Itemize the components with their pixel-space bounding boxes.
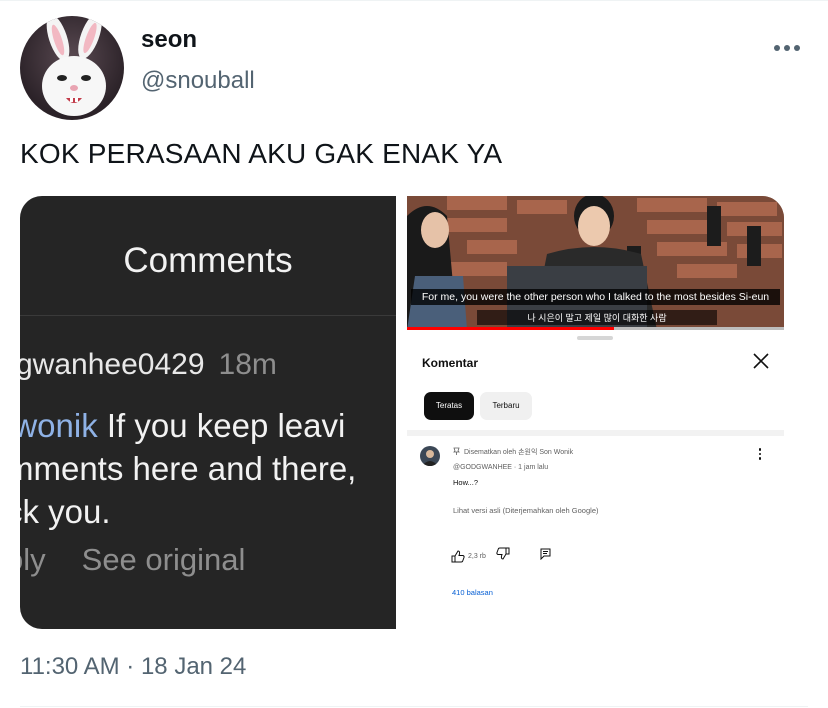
tweet-timestamp[interactable]: 11:30 AM · 18 Jan 24 <box>20 653 246 681</box>
bunny-avatar-image <box>42 16 106 116</box>
comment-action-bar: 2,3 rb <box>451 547 551 565</box>
pinned-label: Disematkan oleh 손원익 Son Wonik <box>453 447 573 457</box>
comment-time: 18m <box>218 348 277 381</box>
tweet-text: KOK PERASAAN AKU GAK ENAK YA <box>20 138 503 169</box>
more-dot <box>784 45 790 51</box>
video-korean-subtitle: 나 시은이 말고 제일 많이 대화한 사람 <box>477 310 717 325</box>
more-dot <box>774 45 780 51</box>
comment-username: gwanhee0429 <box>20 348 205 381</box>
see-original-link: See original <box>81 542 246 577</box>
close-icon[interactable] <box>750 350 772 372</box>
thumbs-down-icon <box>496 547 510 560</box>
sheet-divider <box>407 430 784 436</box>
menu-dot <box>758 448 762 451</box>
reply-link: oly <box>20 542 46 577</box>
video-caption: For me, you were the other person who I … <box>411 289 780 305</box>
comment-actions: oly See original <box>20 542 245 578</box>
replies-link[interactable]: 410 balasan <box>452 588 493 597</box>
comment-line-1: If you keep leavi <box>97 407 346 444</box>
bottom-divider <box>20 706 808 707</box>
top-divider <box>0 0 828 1</box>
sheet-title: Komentar <box>422 356 479 370</box>
media-image-right[interactable]: For me, you were the other person who I … <box>407 196 784 629</box>
commenter-avatar[interactable] <box>420 446 440 466</box>
reply-button[interactable] <box>540 547 551 565</box>
chip-newest-comments[interactable]: Terbaru <box>480 392 532 420</box>
thumbs-up-icon <box>451 549 465 562</box>
like-count: 2,3 rb <box>468 552 486 560</box>
reply-comment-icon <box>540 548 551 561</box>
comments-sheet: Komentar Teratas Terbaru Disematkan oleh… <box>407 330 784 629</box>
video-frame: For me, you were the other person who I … <box>407 196 784 330</box>
pinned-by-text: Disematkan oleh 손원익 Son Wonik <box>464 449 574 456</box>
tweet-media[interactable]: Comments gwanhee0429 18m iwonik If you ke… <box>20 196 784 629</box>
comment-user-line: gwanhee0429 18m <box>20 348 277 382</box>
user-handle[interactable]: @snouball <box>141 67 255 95</box>
display-name[interactable]: seon <box>141 26 197 54</box>
comment-body: iwonik If you keep leavi mments here and… <box>20 404 356 533</box>
comment-line-3: ck you. <box>20 493 111 530</box>
profile-avatar[interactable] <box>20 16 124 120</box>
more-dot <box>794 45 800 51</box>
comments-divider <box>20 315 396 316</box>
comment-menu-icon[interactable] <box>755 448 765 462</box>
pin-icon <box>453 447 460 455</box>
chip-top-comments[interactable]: Teratas <box>424 392 474 420</box>
menu-dot <box>758 457 762 460</box>
sheet-grab-handle[interactable] <box>577 336 613 340</box>
comment-author[interactable]: @GODGWANHEE · 1 jam lalu <box>453 464 548 471</box>
like-button[interactable]: 2,3 rb <box>451 549 486 563</box>
comment-line-2: mments here and there, <box>20 450 357 487</box>
dislike-button[interactable] <box>496 547 510 565</box>
media-image-left[interactable]: Comments gwanhee0429 18m iwonik If you ke… <box>20 196 396 629</box>
translate-link[interactable]: Lihat versi asli (Diterjemahkan oleh Goo… <box>453 506 599 515</box>
more-horizontal-icon[interactable] <box>770 36 804 60</box>
comments-title: Comments <box>123 241 293 280</box>
comment-mention: iwonik <box>20 407 98 444</box>
menu-dot <box>758 452 762 455</box>
comment-text: How...? <box>453 478 479 487</box>
